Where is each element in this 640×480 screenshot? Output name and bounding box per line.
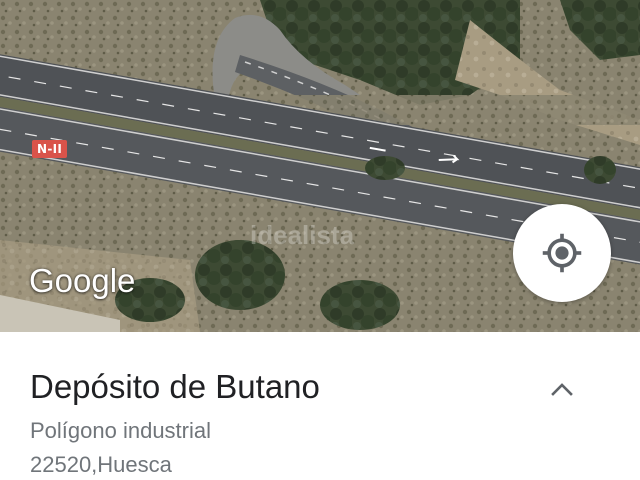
- place-title: Depósito de Butano: [30, 368, 320, 405]
- my-location-button[interactable]: [513, 204, 611, 302]
- google-logo: Google: [29, 262, 136, 299]
- my-location-icon: [542, 233, 582, 273]
- place-info-sheet[interactable]: Depósito de Butano Polígono industrial 2…: [0, 332, 640, 480]
- road-shield-n-ii: N-II: [32, 140, 68, 158]
- place-category: Polígono industrial: [30, 418, 212, 443]
- chevron-up-icon: [551, 383, 573, 396]
- watermark: idealista: [250, 220, 355, 250]
- place-address: 22520,Huesca: [30, 452, 172, 477]
- expand-sheet-button[interactable]: [545, 374, 579, 404]
- satellite-map[interactable]: N-II idealista Google: [0, 0, 640, 332]
- maps-app: N-II idealista Google Depósito de Butano…: [0, 0, 640, 480]
